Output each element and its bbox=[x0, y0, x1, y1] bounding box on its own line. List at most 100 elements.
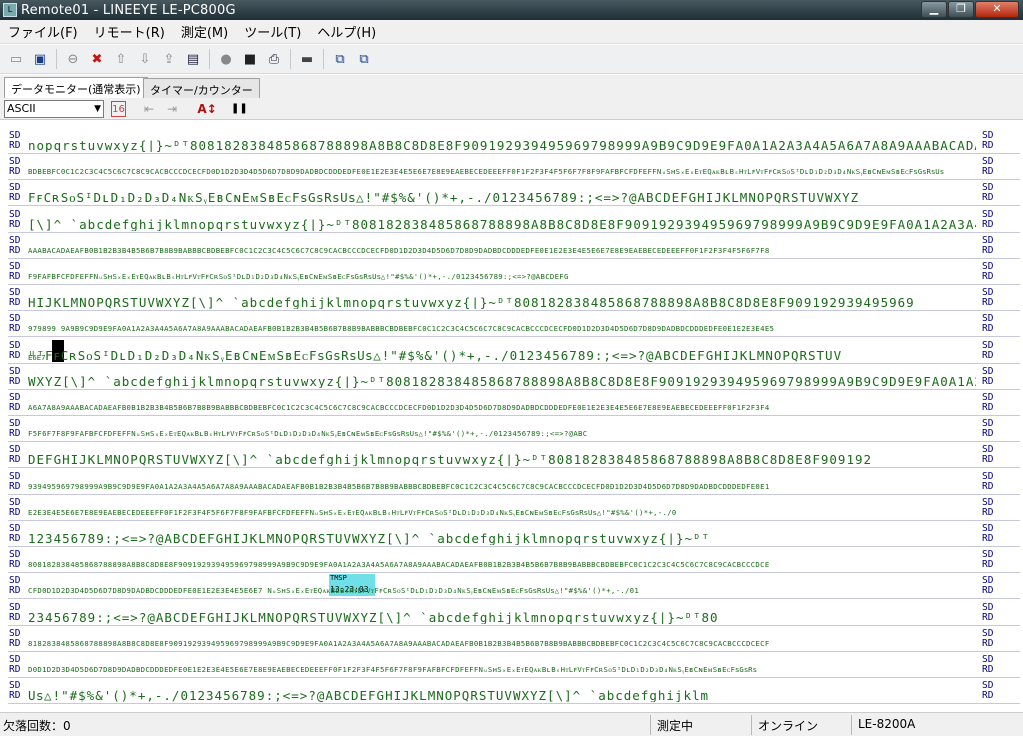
minimize-button[interactable]: ▁ bbox=[921, 1, 947, 18]
tab-data-monitor[interactable]: データモニター(通常表示) bbox=[4, 77, 148, 98]
scroll-forward-icon[interactable]: ⇥ bbox=[163, 100, 181, 118]
menu-measure[interactable]: 測定(M) bbox=[173, 22, 236, 41]
rd-label: RD bbox=[9, 585, 21, 597]
connect-icon[interactable]: ⊖ bbox=[63, 49, 83, 69]
rd-label: RD bbox=[982, 323, 994, 335]
tab-timer-counter[interactable]: タイマー/カウンター bbox=[143, 78, 260, 98]
rd-label: RD bbox=[982, 375, 994, 387]
row-divider bbox=[8, 624, 1020, 626]
rd-data-row: A6A7A8A9AAABACADAEAFB0B1B2B3B4B5B6B7B8B9… bbox=[28, 403, 770, 412]
row-divider bbox=[8, 650, 1020, 652]
save-icon[interactable]: ▣ bbox=[30, 49, 50, 69]
rd-label: RD bbox=[982, 480, 994, 492]
code-select[interactable]: ASCII ▼ bbox=[4, 100, 104, 118]
toolbar-separator bbox=[209, 49, 210, 69]
rd-label: RD bbox=[982, 402, 994, 413]
rd-label: RD bbox=[9, 664, 21, 675]
rd-data-row: 979899 9A9B9C9D9E9FA0A1A2A3A4A5A6A7A8A9A… bbox=[28, 324, 775, 334]
row-divider bbox=[8, 153, 1020, 154]
rd-label: RD bbox=[982, 611, 994, 623]
monitor-icon[interactable]: ▬ bbox=[297, 49, 317, 69]
device-model: LE-8200A bbox=[858, 717, 916, 731]
toolbar-separator bbox=[56, 49, 57, 69]
rd-label: RD bbox=[982, 428, 994, 440]
connection-status: オンライン bbox=[758, 719, 819, 733]
status-bar: 欠落回数：0 測定中 オンライン LE-8200A bbox=[0, 712, 1023, 736]
record-icon[interactable]: ● bbox=[216, 49, 236, 69]
rd-label: RD bbox=[9, 533, 21, 544]
menu-help[interactable]: ヘルプ(H) bbox=[309, 22, 384, 41]
menu-bar: ファイル(F) リモート(R) 測定(M) ツール(T) ヘルプ(H) bbox=[0, 20, 1023, 44]
rd-label: RD bbox=[982, 271, 994, 282]
status-separator bbox=[650, 715, 651, 735]
rd-label: RD bbox=[9, 323, 21, 335]
window-controls: ▁ ❐ ✕ bbox=[920, 1, 1019, 18]
row-divider bbox=[8, 179, 1020, 181]
transfer-icon[interactable]: ⇪ bbox=[159, 49, 179, 69]
rd-prefix: E6E7 bbox=[28, 353, 46, 362]
toolbar-separator bbox=[323, 49, 324, 69]
rd-label: RD bbox=[982, 637, 994, 649]
rd-label: RD bbox=[9, 218, 21, 230]
rd-data-row: CFD0D1D2D3D4D5D6D7D8D9DADBDCDDDEDFE0E1E2… bbox=[28, 586, 640, 596]
menu-file[interactable]: ファイル(F) bbox=[0, 22, 86, 41]
upload-icon[interactable]: ⇧ bbox=[111, 49, 131, 69]
screen-icon[interactable]: ▤ bbox=[183, 49, 203, 69]
rd-label: RD bbox=[982, 454, 994, 466]
rd-data-row: 123456789:;<=>?@ABCDEFGHIJKLMNOPQRSTUVWX… bbox=[28, 533, 711, 545]
menu-tools[interactable]: ツール(T) bbox=[236, 22, 309, 41]
rd-label: RD bbox=[9, 454, 21, 466]
rd-data-row: F5F6F7F8F9FAFBFCFDFEFFNᵤSʜSₓEₓEᴛEQᴀᴋBʟBₛ… bbox=[28, 429, 588, 439]
hex-toggle-button[interactable]: 16 bbox=[111, 101, 126, 117]
timestamp-label: TMSP bbox=[330, 574, 347, 582]
title-bar[interactable]: L Remote01 - LINEEYE LE-PC800G ▁ ❐ ✕ bbox=[0, 0, 1023, 20]
rd-label: RD bbox=[982, 166, 994, 178]
monitor-controls: ASCII ▼ 16 ⇤ ⇥ A↕ ❚❚ bbox=[0, 98, 1023, 120]
toolbar: ▭ ▣ ⊖ ✖ ⇧ ⇩ ⇪ ▤ ● ■ ⎙ ▬ ⧉ ⧉ bbox=[0, 45, 1023, 74]
scroll-back-icon[interactable]: ⇤ bbox=[140, 100, 158, 118]
data-monitor[interactable]: TMSP 13:23:03 SD RD SD RD nopqrstuvwxyz{|}~ᴰ… bbox=[0, 121, 1023, 704]
rd-label: RD bbox=[9, 559, 21, 571]
rd-label: RD bbox=[982, 690, 994, 702]
rd-data-row: E2E3E4E5E6E7E8E9EAEBECEDEEEFF0F1F2F3F4F5… bbox=[28, 507, 677, 517]
download-icon[interactable]: ⇩ bbox=[135, 49, 155, 69]
row-divider bbox=[8, 388, 1020, 390]
code-select-value: ASCII bbox=[7, 102, 36, 115]
row-divider bbox=[8, 703, 1020, 704]
copy-icon[interactable]: ⧉ bbox=[330, 49, 350, 69]
rd-data-row: 23456789:;<=>?@ABCDEFGHIJKLMNOPQRSTUVWXY… bbox=[28, 611, 719, 624]
rd-label: RD bbox=[9, 140, 21, 151]
rd-data-row: F9FAFBFCFDFEFFNᵤSʜSₓEₓEᴛEQᴀᴋBʟBₛHᴛLꜰVᴛFꜰ… bbox=[28, 272, 569, 281]
rd-label: RD bbox=[982, 349, 994, 361]
rd-label: RD bbox=[982, 585, 994, 597]
disconnect-icon[interactable]: ✖ bbox=[87, 49, 107, 69]
font-size-button[interactable]: A↕ bbox=[196, 100, 218, 118]
row-divider bbox=[8, 467, 1020, 469]
pause-button[interactable]: ❚❚ bbox=[231, 100, 248, 118]
rd-label: RD bbox=[9, 244, 21, 256]
row-divider bbox=[8, 362, 1020, 364]
measuring-status: 測定中 bbox=[657, 719, 694, 733]
close-button[interactable]: ✕ bbox=[975, 1, 1019, 18]
window-title: Remote01 - LINEEYE LE-PC800G bbox=[21, 2, 236, 18]
rd-data-row: AAABACADAEAFB0B1B2B3B4B5B6B7B8B9BABBBCBD… bbox=[28, 245, 770, 255]
rd-data-row: Uꜱ△!"#$%&'()*+,-./0123456789:;<=>?@ABCDE… bbox=[28, 690, 710, 703]
open-icon[interactable]: ▭ bbox=[6, 49, 26, 69]
rd-data-row: DEFGHIJKLMNOPQRSTUVWXYZ[\]^_`abcdefghijk… bbox=[28, 454, 873, 467]
status-separator bbox=[851, 715, 852, 735]
rd-label: RD bbox=[982, 664, 994, 675]
rd-label: RD bbox=[9, 271, 21, 282]
print-icon[interactable]: ⎙ bbox=[264, 49, 284, 69]
menu-remote[interactable]: リモート(R) bbox=[86, 22, 173, 41]
rd-label: RD bbox=[9, 637, 21, 649]
rd-label: RD bbox=[982, 192, 994, 204]
rd-label: RD bbox=[982, 140, 994, 151]
stop-icon[interactable]: ■ bbox=[240, 49, 260, 69]
tab-strip: データモニター(通常表示) タイマー/カウンター bbox=[0, 75, 1023, 98]
maximize-button[interactable]: ❐ bbox=[948, 1, 974, 18]
row-divider bbox=[8, 598, 1020, 600]
paste-icon[interactable]: ⧉ bbox=[354, 49, 374, 69]
rd-data-row: 939495969798999A9B9C9D9E9FA0A1A2A3A4A5A6… bbox=[28, 481, 770, 491]
rd-label: RD bbox=[9, 690, 21, 702]
rd-label: RD bbox=[982, 559, 994, 571]
